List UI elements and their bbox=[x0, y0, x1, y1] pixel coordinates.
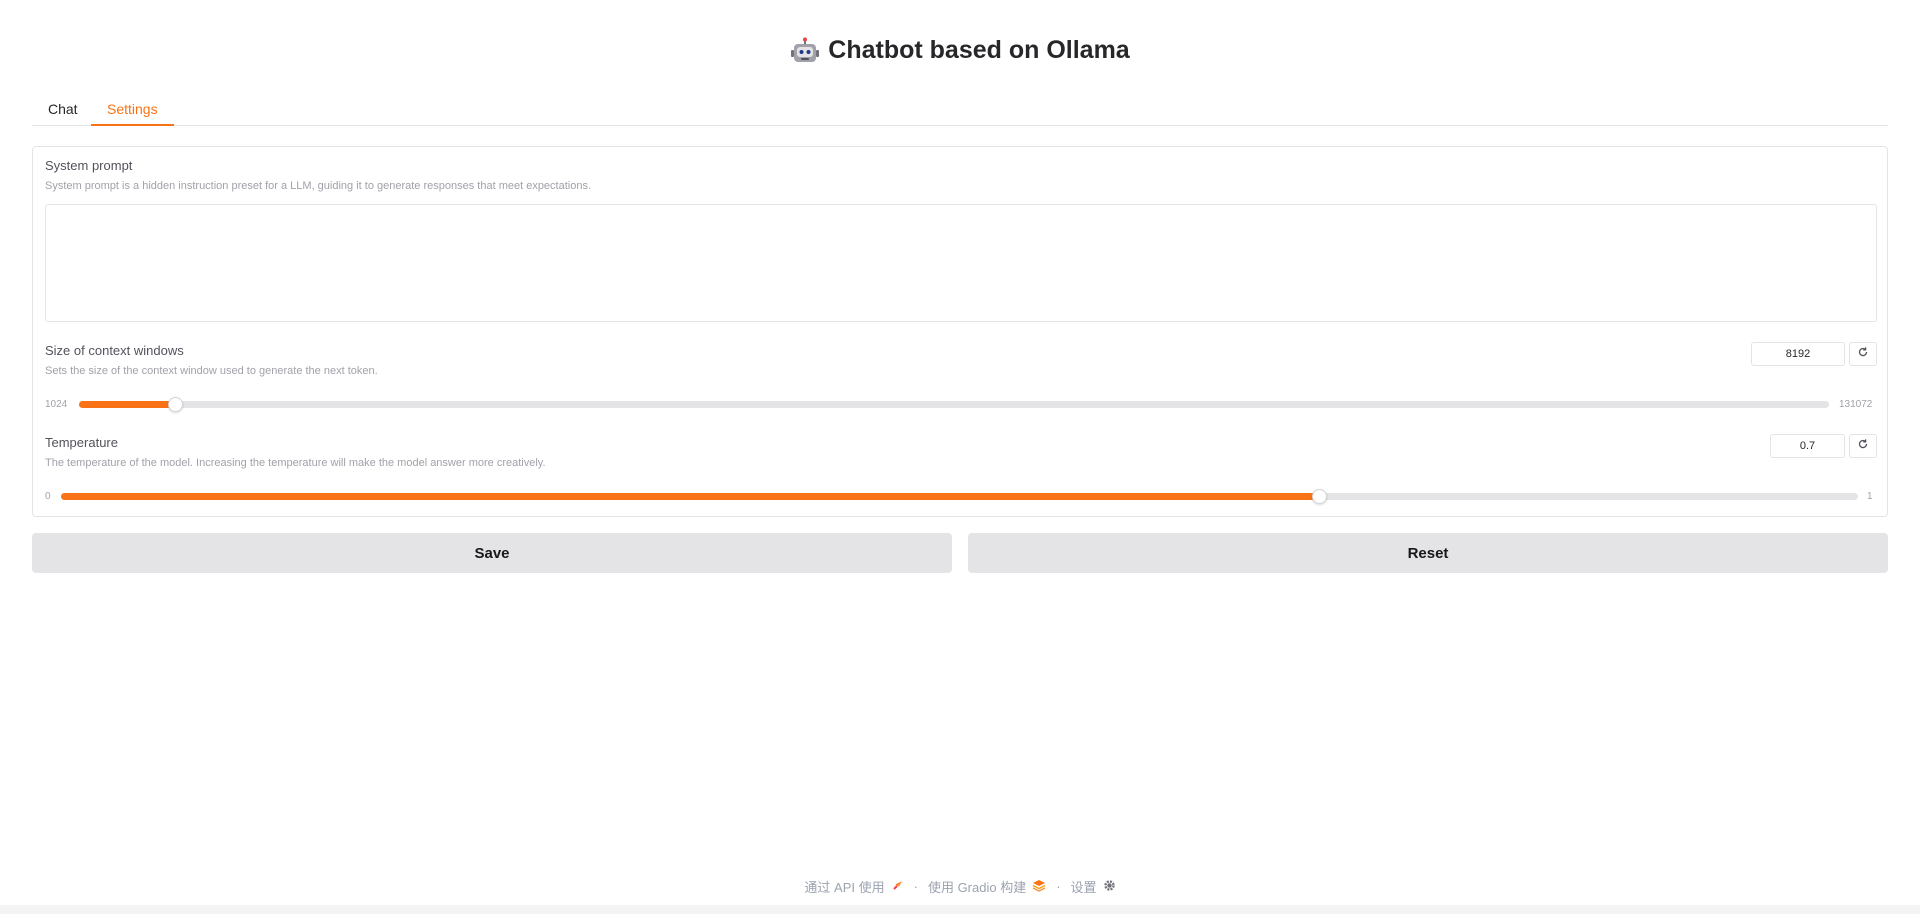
footer: 通过 API 使用 · 使用 Gradio 构建 · 设置 bbox=[0, 877, 1920, 896]
page-title: Chatbot based on Ollama bbox=[0, 36, 1920, 65]
temperature-info: The temperature of the model. Increasing… bbox=[45, 457, 546, 469]
temperature-slider[interactable] bbox=[61, 489, 1858, 504]
footer-separator: · bbox=[913, 879, 918, 894]
context-window-slider-fill bbox=[79, 401, 175, 408]
settings-panel: System prompt System prompt is a hidden … bbox=[32, 146, 1888, 517]
robot-icon bbox=[790, 37, 820, 65]
gear-icon bbox=[1103, 879, 1116, 895]
page-title-text: Chatbot based on Ollama bbox=[828, 36, 1130, 64]
context-window-slider[interactable] bbox=[79, 397, 1829, 412]
page: Chatbot based on Ollama Chat Settings Sy… bbox=[0, 0, 1920, 914]
save-button[interactable]: Save bbox=[32, 533, 952, 573]
gradio-logo-icon bbox=[1032, 879, 1046, 895]
tab-bar: Chat Settings bbox=[32, 94, 1888, 126]
context-window-reset-button[interactable] bbox=[1849, 342, 1877, 366]
system-prompt-input[interactable] bbox=[45, 204, 1877, 322]
refresh-icon bbox=[1857, 437, 1869, 455]
temperature-reset-button[interactable] bbox=[1849, 434, 1877, 458]
temperature-slider-thumb[interactable] bbox=[1312, 489, 1327, 504]
context-window-label: Size of context windows bbox=[45, 343, 184, 358]
temperature-number-input[interactable]: 0.7 bbox=[1770, 434, 1845, 458]
settings-link[interactable]: 设置 bbox=[1071, 877, 1097, 896]
context-window-min: 1024 bbox=[45, 399, 68, 410]
context-window-number-input[interactable]: 8192 bbox=[1751, 342, 1845, 366]
system-prompt-label: System prompt bbox=[45, 158, 133, 173]
system-prompt-info: System prompt is a hidden instruction pr… bbox=[45, 180, 592, 192]
temperature-max: 1 bbox=[1867, 491, 1873, 502]
refresh-icon bbox=[1857, 345, 1869, 363]
tab-settings[interactable]: Settings bbox=[91, 94, 174, 126]
rocket-icon bbox=[891, 879, 904, 895]
context-window-max: 131072 bbox=[1839, 399, 1873, 410]
temperature-min: 0 bbox=[45, 491, 51, 502]
tab-chat[interactable]: Chat bbox=[32, 94, 94, 126]
temperature-slider-fill bbox=[61, 493, 1319, 500]
built-with-gradio-link[interactable]: 使用 Gradio 构建 bbox=[928, 877, 1026, 896]
use-via-api-link[interactable]: 通过 API 使用 bbox=[804, 877, 884, 896]
context-window-slider-thumb[interactable] bbox=[168, 397, 183, 412]
bottom-band bbox=[0, 905, 1920, 914]
reset-button[interactable]: Reset bbox=[968, 533, 1888, 573]
footer-separator: · bbox=[1056, 879, 1061, 894]
context-window-info: Sets the size of the context window used… bbox=[45, 365, 378, 377]
temperature-label: Temperature bbox=[45, 435, 118, 450]
